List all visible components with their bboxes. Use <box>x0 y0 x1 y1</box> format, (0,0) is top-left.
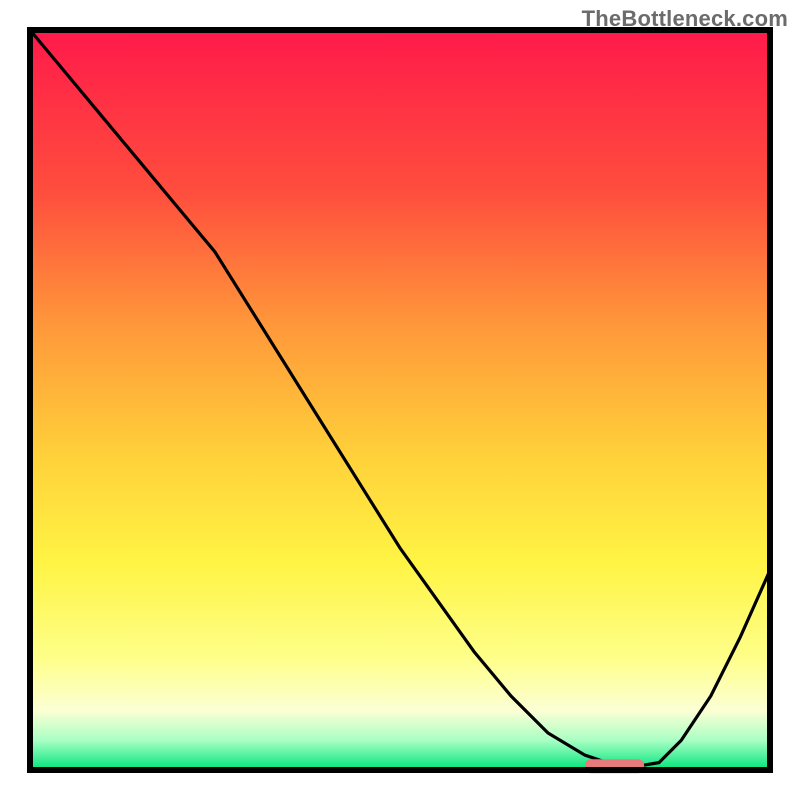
chart-container: TheBottleneck.com <box>0 0 800 800</box>
plot-gradient-bg <box>30 30 770 770</box>
watermark-label: TheBottleneck.com <box>582 6 788 32</box>
bottleneck-chart <box>0 0 800 800</box>
